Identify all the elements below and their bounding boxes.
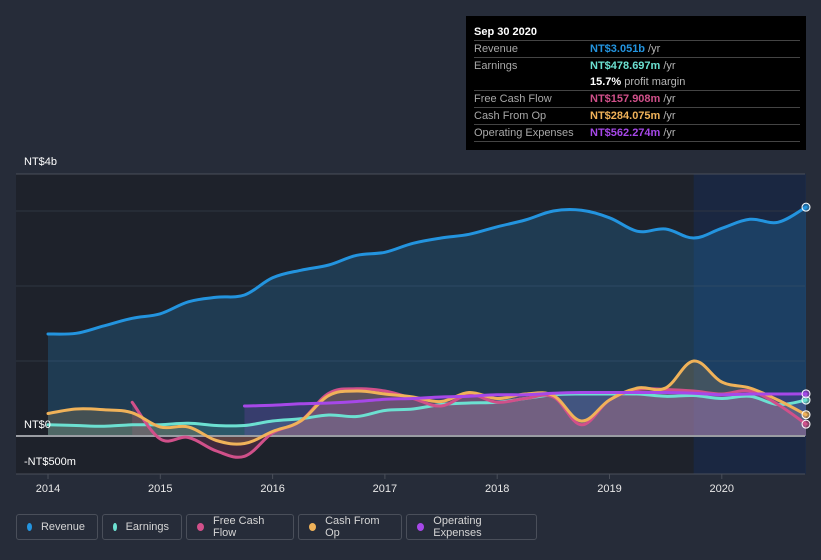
tooltip-row-fcf: Free Cash Flow NT$157.908m /yr (474, 90, 800, 107)
tooltip-unit: /yr (663, 93, 676, 105)
tooltip: Sep 30 2020 Revenue NT$3.051b /yr Earnin… (466, 16, 806, 150)
x-tick-label: 2014 (36, 483, 60, 495)
tooltip-row-opex: Operating Expenses NT$562.274m /yr (474, 124, 800, 142)
cash-from-op-dot-icon (309, 523, 317, 531)
legend-item-cash-from-op[interactable]: Cash From Op (298, 514, 402, 540)
legend-label: Free Cash Flow (213, 515, 265, 539)
legend-item-operating-expenses[interactable]: Operating Expenses (406, 514, 537, 540)
tooltip-label (474, 74, 590, 90)
revenue-dot-icon (27, 523, 32, 531)
tooltip-row-profit-margin: 15.7% profit margin (474, 74, 800, 90)
x-tick-label: 2020 (710, 483, 734, 495)
y-label-bottom: -NT$500m (24, 456, 76, 468)
tooltip-label: Operating Expenses (474, 127, 574, 139)
tooltip-value: NT$284.075m (590, 110, 661, 122)
tooltip-value: NT$478.697m (590, 60, 661, 72)
free-cash-flow-dot-icon (197, 523, 204, 531)
tooltip-row-cfo: Cash From Op NT$284.075m /yr (474, 107, 800, 124)
tooltip-label: Earnings (474, 60, 518, 72)
tooltip-label: Free Cash Flow (474, 93, 552, 105)
legend-item-earnings[interactable]: Earnings (102, 514, 182, 540)
x-tick-label: 2016 (260, 483, 284, 495)
legend-label: Operating Expenses (433, 515, 482, 539)
legend-label: Earnings (125, 521, 169, 533)
tooltip-unit: /yr (663, 127, 676, 139)
legend-label: Cash From Op (325, 515, 380, 539)
tooltip-row-revenue: Revenue NT$3.051b /yr (474, 40, 800, 57)
tooltip-unit: profit margin (624, 76, 686, 88)
legend-label: Revenue (40, 521, 85, 533)
tooltip-unit: /yr (648, 43, 661, 55)
legend-item-revenue[interactable]: Revenue (16, 514, 98, 540)
operating-expenses-point[interactable] (801, 389, 811, 399)
free-cash-flow-point[interactable] (801, 419, 811, 429)
x-tick-label: 2019 (597, 483, 621, 495)
operating-expenses-dot-icon (417, 523, 425, 531)
tooltip-value: 15.7% (590, 76, 622, 88)
tooltip-row-earnings: Earnings NT$478.697m /yr (474, 57, 800, 74)
x-tick-label: 2017 (373, 483, 397, 495)
tooltip-unit: /yr (663, 60, 676, 72)
tooltip-unit: /yr (663, 110, 676, 122)
tooltip-value: NT$157.908m (590, 93, 661, 105)
tooltip-label: Cash From Op (474, 110, 547, 122)
y-label-zero: NT$0 (24, 419, 51, 431)
legend-item-free-cash-flow[interactable]: Free Cash Flow (186, 514, 294, 540)
cash-from-op-point[interactable] (801, 410, 811, 420)
legend: Revenue Earnings Free Cash Flow Cash Fro… (16, 514, 537, 540)
earnings-dot-icon (113, 523, 117, 531)
x-tick-label: 2015 (148, 483, 172, 495)
revenue-point[interactable] (801, 202, 811, 212)
tooltip-value: NT$3.051b (590, 43, 646, 55)
x-tick-label: 2018 (485, 483, 509, 495)
tooltip-date: Sep 30 2020 (474, 26, 537, 38)
tooltip-label: Revenue (474, 43, 519, 55)
y-label-top: NT$4b (24, 156, 58, 168)
tooltip-value: NT$562.274m (590, 127, 661, 139)
